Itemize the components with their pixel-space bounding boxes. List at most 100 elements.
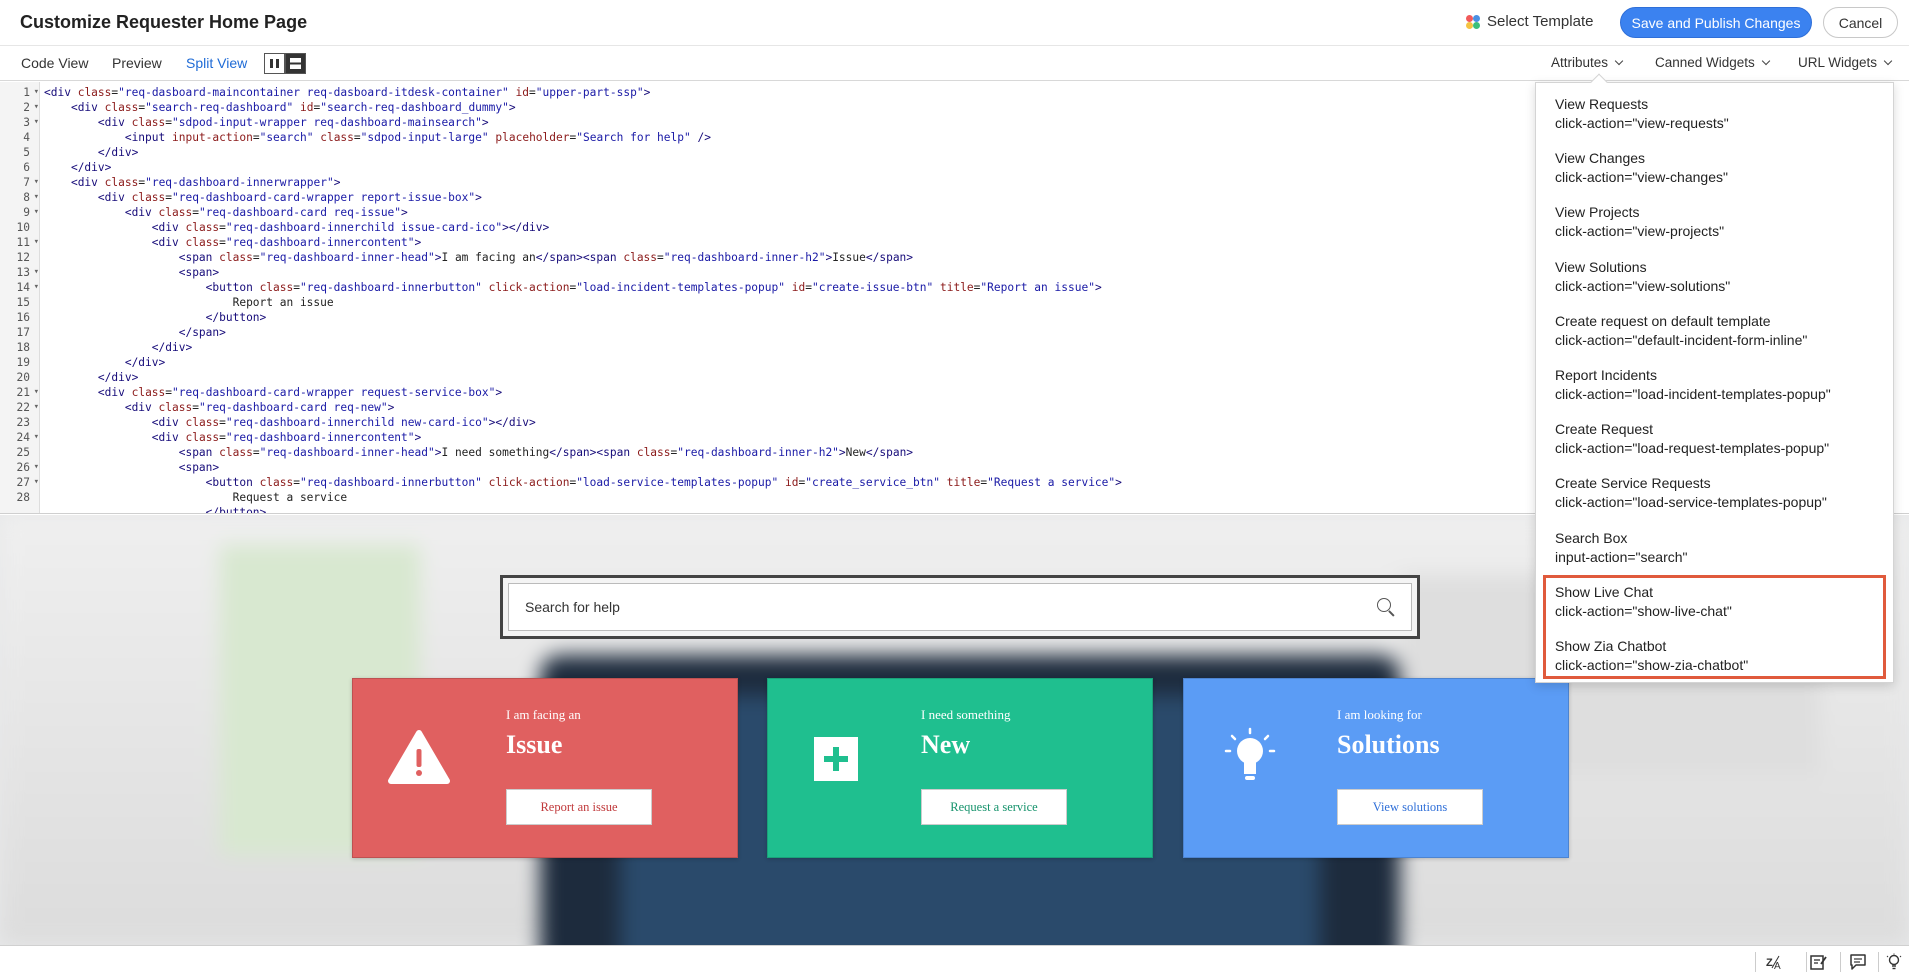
line-number: 19	[16, 356, 30, 369]
attributes-label: Attributes	[1551, 55, 1609, 70]
fold-arrow-icon[interactable]: ▾	[34, 430, 39, 445]
warning-icon	[387, 727, 451, 787]
template-icon	[1466, 14, 1480, 29]
attribute-value: click-action="load-service-templates-pop…	[1555, 494, 1827, 511]
chevron-down-icon	[1761, 56, 1771, 66]
attributes-dropdown[interactable]: Attributes	[1551, 55, 1624, 70]
line-number: 23	[16, 416, 30, 429]
tab-preview[interactable]: Preview	[112, 55, 162, 71]
line-number: 15	[16, 296, 30, 309]
line-number: 20	[16, 371, 30, 384]
line-number: 5	[23, 146, 30, 159]
code-text: Request a service	[44, 491, 348, 504]
line-number: 17	[16, 326, 30, 339]
attribute-item[interactable]: Create Service Requests click-action="loa…	[1536, 462, 1895, 516]
attribute-value: input-action="search"	[1555, 548, 1688, 565]
line-number: 6	[23, 161, 30, 174]
code-text: <span>	[178, 461, 220, 474]
app-window: Customize Requester Home Page Select Tem…	[0, 0, 1909, 977]
chevron-down-icon	[1614, 56, 1624, 66]
code-text: </div>	[97, 371, 139, 384]
attribute-item[interactable]: View Changes click-action="view-changes"	[1536, 137, 1895, 191]
vertical-split-icon[interactable]	[264, 53, 285, 74]
fold-arrow-icon[interactable]: ▾	[34, 190, 39, 205]
fold-arrow-icon[interactable]: ▾	[34, 475, 39, 490]
card-subtitle: I am facing an	[506, 707, 581, 722]
line-number: 8 ▾	[23, 190, 39, 205]
fold-arrow-icon[interactable]: ▾	[34, 460, 39, 475]
line-number: 21 ▾	[16, 385, 39, 400]
code-text: <div class="req-dashboard-card-wrapper r…	[97, 386, 503, 399]
attribute-item[interactable]: Search Box input-action="search"	[1536, 517, 1895, 571]
fold-arrow-icon[interactable]: ▾	[34, 385, 39, 400]
code-text: <div class="req-dashboard-innercontent">	[151, 236, 422, 249]
attribute-item[interactable]: View Projects click-action="view-projects…	[1536, 191, 1895, 245]
line-number: 26 ▾	[16, 460, 39, 475]
cancel-button[interactable]: Cancel	[1823, 7, 1898, 38]
attribute-item[interactable]: Create Request click-action="load-request…	[1536, 408, 1895, 462]
url-widgets-dropdown[interactable]: URL Widgets	[1798, 55, 1893, 70]
request-service-button[interactable]: Request a service	[921, 789, 1067, 825]
fold-arrow-icon[interactable]: ▾	[34, 280, 39, 295]
line-number: 28	[16, 491, 30, 504]
view-solutions-button[interactable]: View solutions	[1337, 789, 1483, 825]
horizontal-split-icon[interactable]	[285, 53, 306, 74]
attribute-item[interactable]: Report Incidents click-action="load-incid…	[1536, 354, 1895, 408]
code-text: <div class="req-dashboard-card req-new">	[124, 401, 395, 414]
attribute-value: click-action="view-changes"	[1555, 169, 1728, 186]
attribute-value: click-action="default-incident-form-inli…	[1555, 331, 1808, 348]
canned-widgets-label: Canned Widgets	[1655, 55, 1755, 70]
search-icon[interactable]	[1377, 598, 1395, 617]
attribute-item[interactable]: View Solutions click-action="view-solutio…	[1536, 246, 1895, 300]
attribute-value: click-action="view-requests"	[1555, 115, 1729, 131]
select-template-button[interactable]: Select Template	[1466, 13, 1593, 30]
solutions-card: I am looking for Solutions View solution…	[1183, 678, 1569, 858]
line-number: 7 ▾	[23, 175, 39, 190]
fold-arrow-icon[interactable]: ▾	[34, 400, 39, 415]
code-text: <div class="search-req-dashboard" id="se…	[70, 101, 516, 114]
issue-card: I am facing an Issue Report an issue	[352, 678, 738, 858]
tab-code-view[interactable]: Code View	[21, 55, 88, 71]
bulb-icon[interactable]	[1883, 952, 1905, 972]
fold-arrow-icon[interactable]: ▾	[34, 205, 39, 220]
header: Customize Requester Home Page Select Tem…	[0, 0, 1909, 46]
chat-icon[interactable]	[1847, 952, 1869, 972]
save-and-publish-button[interactable]: Save and Publish Changes	[1620, 7, 1812, 38]
line-number: 11 ▾	[16, 235, 39, 250]
split-orientation-toggle[interactable]	[264, 53, 306, 74]
line-number: 13 ▾	[16, 265, 39, 280]
attribute-item[interactable]: View Requests click-action="view-requests…	[1536, 83, 1895, 137]
code-text: <span>	[178, 266, 220, 279]
canned-widgets-dropdown[interactable]: Canned Widgets	[1655, 55, 1771, 70]
fold-arrow-icon[interactable]: ▾	[34, 85, 39, 100]
line-number: 24 ▾	[16, 430, 39, 445]
attribute-name: View Changes	[1555, 150, 1646, 167]
translate-icon[interactable]: ZA	[1765, 952, 1787, 972]
preview-search-box[interactable]: Search for help	[500, 575, 1420, 639]
line-number: 14 ▾	[16, 280, 39, 295]
attribute-name: View Projects	[1555, 204, 1640, 221]
code-text: <div class="sdpod-input-wrapper req-dash…	[97, 116, 489, 129]
notes-icon[interactable]	[1807, 952, 1829, 972]
fold-arrow-icon[interactable]: ▾	[34, 235, 39, 250]
code-text: </div>	[151, 341, 193, 354]
tab-split-view[interactable]: Split View	[186, 55, 247, 71]
code-text: </button>	[205, 506, 267, 514]
attribute-item[interactable]: Create request on default template click-…	[1536, 300, 1895, 354]
attribute-value: click-action="load-request-templates-pop…	[1555, 440, 1830, 457]
fold-arrow-icon[interactable]: ▾	[34, 175, 39, 190]
fold-arrow-icon[interactable]: ▾	[34, 115, 39, 130]
status-bar: ZA	[0, 945, 1909, 977]
report-issue-button[interactable]: Report an issue	[506, 789, 652, 825]
chevron-down-icon	[1883, 56, 1893, 66]
code-text: <div class="req-dashboard-innerchild iss…	[151, 221, 550, 234]
fold-arrow-icon[interactable]: ▾	[34, 265, 39, 280]
page-title: Customize Requester Home Page	[20, 12, 308, 32]
code-text: <div class="req-dashboard-innerwrapper">	[70, 176, 341, 189]
card-heading: Solutions	[1337, 730, 1440, 759]
plus-icon	[802, 727, 866, 787]
code-text: <div class="req-dashboard-innercontent">	[151, 431, 422, 444]
fold-arrow-icon[interactable]: ▾	[34, 100, 39, 115]
toolbar: Code View Preview Split View Attributes …	[0, 46, 1909, 81]
line-number: 9 ▾	[23, 205, 39, 220]
